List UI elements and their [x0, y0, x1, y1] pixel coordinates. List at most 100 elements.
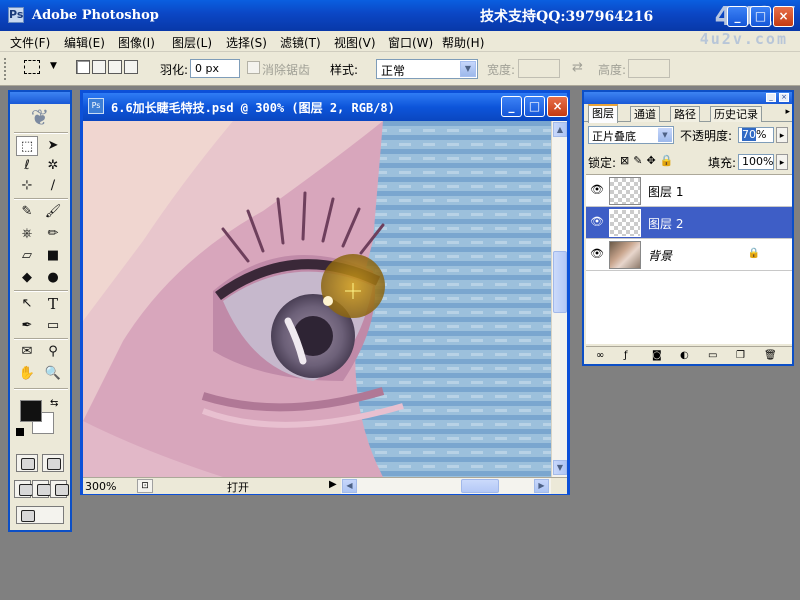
history-brush-icon[interactable]: ✏ [42, 224, 64, 244]
new-selection-icon[interactable] [76, 60, 90, 74]
scroll-down-icon[interactable]: ▼ [553, 460, 567, 475]
antialias-checkbox[interactable] [247, 61, 260, 74]
doc-close-button[interactable]: × [547, 96, 568, 117]
delete-layer-icon[interactable]: 🗑 [764, 350, 777, 361]
lock-position-icon[interactable]: ✥ [646, 154, 659, 167]
navigator-icon[interactable]: ⊡ [137, 479, 153, 493]
panel-close-icon[interactable]: × [779, 93, 789, 102]
layer-row-layer1[interactable]: 👁 图层 1 [586, 175, 792, 207]
lasso-tool-icon[interactable]: ℓ [16, 156, 38, 176]
layer-name[interactable]: 图层 1 [648, 183, 683, 200]
panel-minimize-icon[interactable]: _ [766, 93, 776, 102]
path-selection-icon[interactable]: ↖ [16, 294, 38, 314]
maximize-button[interactable]: □ [750, 6, 771, 27]
fill-slider-arrow[interactable]: ▸ [776, 154, 788, 170]
quick-mask-button[interactable] [42, 454, 64, 472]
swap-dimensions-icon[interactable]: ⇄ [572, 60, 583, 75]
feather-input[interactable]: 0 px [190, 59, 240, 78]
layer-row-layer2[interactable]: 👁 图层 2 [586, 207, 792, 239]
screen-mode-menu-button[interactable] [32, 480, 51, 498]
image-canvas[interactable] [83, 121, 551, 477]
horizontal-scrollbar[interactable]: ◀ ▶ [341, 478, 551, 494]
document-title-bar[interactable]: Ps 6.6加长睫毛特技.psd @ 300% (图层 2, RGB/8) _ … [83, 93, 568, 121]
notes-tool-icon[interactable]: ✉ [16, 342, 38, 362]
preset-dropdown-arrow[interactable]: ▼ [50, 61, 57, 71]
eye-icon[interactable]: 👁 [589, 247, 605, 261]
brush-tool-icon[interactable]: 🖌 [42, 202, 64, 222]
dodge-tool-icon[interactable]: ● [42, 268, 64, 288]
vertical-scrollbar[interactable]: ▲ ▼ [551, 121, 567, 477]
lock-transparency-icon[interactable]: ⊠ [620, 154, 633, 167]
toolbox-header[interactable] [10, 92, 70, 104]
zoom-tool-icon[interactable]: 🔍 [42, 364, 64, 384]
healing-brush-icon[interactable]: ✎ [16, 202, 38, 222]
type-tool-icon[interactable]: T [42, 294, 64, 314]
move-tool-icon[interactable]: ➤ [42, 136, 64, 156]
opacity-slider-arrow[interactable]: ▸ [776, 127, 788, 143]
magic-wand-icon[interactable]: ✲ [42, 156, 64, 176]
chevron-down-icon[interactable]: ▼ [658, 128, 672, 142]
tab-paths[interactable]: 路径 [670, 106, 700, 122]
screen-mode-standard-button[interactable] [14, 480, 33, 498]
gradient-tool-icon[interactable]: ■ [42, 246, 64, 266]
foreground-color-swatch[interactable] [20, 400, 42, 422]
clone-stamp-icon[interactable]: ⎈ [16, 224, 38, 244]
slice-tool-icon[interactable]: ∕ [42, 176, 64, 196]
link-layers-icon[interactable]: ∞ [596, 350, 604, 361]
layer-mask-icon[interactable]: ◙ [652, 350, 662, 361]
photoshop-app-icon[interactable]: Ps [8, 7, 24, 23]
feather-logo-icon[interactable]: ❦ [14, 106, 66, 132]
layers-panel-header[interactable]: _ × [584, 92, 792, 104]
menu-file[interactable]: 文件(F) [10, 34, 50, 51]
eyedropper-tool-icon[interactable]: ⚲ [42, 342, 64, 362]
layer-style-icon[interactable]: ƒ [624, 350, 628, 361]
panel-menu-icon[interactable]: ▸ [785, 107, 790, 117]
eye-icon[interactable]: 👁 [589, 183, 605, 197]
menu-select[interactable]: 选择(S) [226, 34, 267, 51]
rectangle-tool-icon[interactable]: ▭ [42, 316, 64, 336]
hand-tool-icon[interactable]: ✋ [16, 364, 38, 384]
layer-name[interactable]: 背景 [648, 247, 672, 264]
new-layer-icon[interactable]: ❐ [736, 350, 745, 361]
add-selection-icon[interactable] [92, 60, 106, 74]
minimize-button[interactable]: _ [727, 6, 748, 27]
default-colors-icon[interactable] [16, 428, 24, 436]
status-menu-arrow[interactable]: ▶ [329, 479, 337, 490]
menu-window[interactable]: 窗口(W) [388, 34, 433, 51]
doc-maximize-button[interactable]: □ [524, 96, 545, 117]
rect-marquee-icon[interactable]: ⬚ [16, 136, 38, 156]
tab-history[interactable]: 历史记录 [710, 106, 762, 122]
blend-mode-select[interactable]: 正片叠底 ▼ [588, 126, 674, 144]
tab-layers[interactable]: 图层 [588, 104, 618, 123]
lock-image-icon[interactable]: ✎ [633, 154, 646, 167]
menu-edit[interactable]: 编辑(E) [64, 34, 105, 51]
scroll-right-icon[interactable]: ▶ [534, 479, 549, 493]
document-icon[interactable]: Ps [88, 98, 104, 114]
layer-row-background[interactable]: 👁 背景 🔒 [586, 239, 792, 271]
subtract-selection-icon[interactable] [108, 60, 122, 74]
chevron-down-icon[interactable]: ▼ [460, 61, 476, 77]
lock-all-icon[interactable]: 🔒 [660, 154, 678, 167]
pen-tool-icon[interactable]: ✒ [16, 316, 38, 336]
new-group-icon[interactable]: ▭ [708, 350, 717, 361]
layer-name[interactable]: 图层 2 [648, 215, 683, 232]
menu-image[interactable]: 图像(I) [118, 34, 155, 51]
marquee-preset-icon[interactable] [24, 60, 40, 74]
eye-icon[interactable]: 👁 [589, 215, 605, 229]
width-input[interactable] [518, 59, 560, 78]
doc-minimize-button[interactable]: _ [501, 96, 522, 117]
opacity-input[interactable]: 70% [738, 127, 774, 143]
close-button[interactable]: × [773, 6, 794, 27]
options-grip[interactable] [4, 58, 8, 80]
style-select[interactable]: 正常 ▼ [376, 59, 478, 79]
screen-mode-full-button[interactable] [50, 480, 69, 498]
menu-view[interactable]: 视图(V) [334, 34, 376, 51]
vertical-scroll-thumb[interactable] [553, 251, 567, 313]
eraser-tool-icon[interactable]: ▱ [16, 246, 38, 266]
tab-channels[interactable]: 通道 [630, 106, 660, 122]
menu-filter[interactable]: 滤镜(T) [280, 34, 321, 51]
scroll-left-icon[interactable]: ◀ [342, 479, 357, 493]
fill-input[interactable]: 100% [738, 154, 774, 170]
standard-mode-button[interactable] [16, 454, 38, 472]
crop-tool-icon[interactable]: ⊹ [16, 176, 38, 196]
